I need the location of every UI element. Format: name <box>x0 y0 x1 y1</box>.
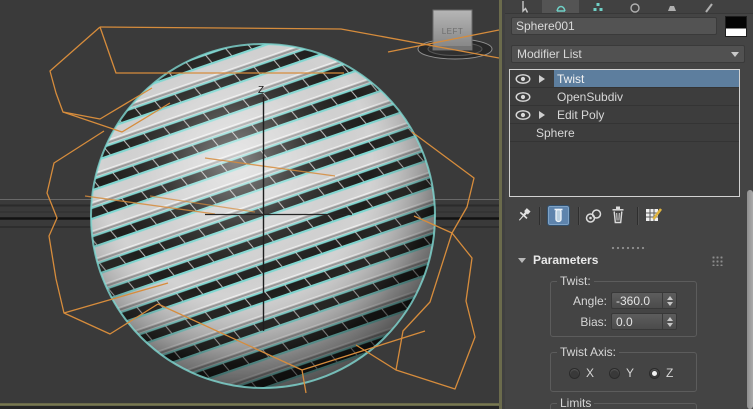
rollout-collapse-icon <box>518 258 526 263</box>
rollout-splitter-handle[interactable] <box>611 246 647 250</box>
radio-icon <box>609 367 621 379</box>
object-color-swatch[interactable] <box>725 16 747 37</box>
panel-scrollbar[interactable] <box>747 190 753 409</box>
angle-spinner <box>611 292 677 309</box>
remove-modifier-button[interactable] <box>611 206 625 227</box>
tab-create[interactable] <box>505 0 542 13</box>
eye-icon[interactable] <box>510 91 539 102</box>
bias-spinner <box>611 313 677 330</box>
eye-icon[interactable] <box>510 109 539 120</box>
command-panel-tabs <box>505 0 753 14</box>
tab-utilities[interactable] <box>690 0 727 13</box>
viewport-3d[interactable]: LEFT Z <box>0 0 499 409</box>
eye-icon[interactable] <box>510 73 539 84</box>
hierarchy-tab-icon <box>593 3 602 11</box>
parameters-rollout-header[interactable]: Parameters <box>509 253 749 269</box>
modifier-label: Twist <box>557 71 585 86</box>
motion-tab-icon <box>629 3 640 13</box>
twist-axis-group: Twist Axis: X Y Z <box>550 345 697 392</box>
tab-hierarchy[interactable] <box>579 0 616 13</box>
max-window: LEFT Z Sphere001 Modifier List Twist Ope… <box>0 0 753 409</box>
stack-row-twist[interactable]: Twist <box>510 70 739 88</box>
bias-input[interactable] <box>612 314 662 329</box>
axis-x-label: X <box>586 366 595 380</box>
tab-modify[interactable] <box>542 0 579 13</box>
axis-y-label: Y <box>626 366 635 380</box>
make-unique-icon <box>585 209 602 223</box>
tab-motion[interactable] <box>616 0 653 13</box>
angle-label: Angle: <box>572 294 607 308</box>
axis-z-option[interactable]: Z <box>649 366 673 380</box>
utilities-tab-icon <box>704 3 713 13</box>
display-tab-icon <box>667 6 676 11</box>
bias-label: Bias: <box>580 315 607 329</box>
modifier-label: OpenSubdiv <box>557 89 624 104</box>
twist-axis-group-label: Twist Axis: <box>557 345 620 359</box>
chevron-down-icon <box>731 51 739 57</box>
rollout-title: Parameters <box>533 253 599 267</box>
axis-x-option[interactable]: X <box>569 366 594 380</box>
spinner-up-icon[interactable] <box>666 316 673 321</box>
stack-row-opensubdiv[interactable]: OpenSubdiv <box>510 88 739 106</box>
radio-selected-icon <box>649 367 661 379</box>
expand-arrow-icon[interactable] <box>539 110 555 119</box>
spinner-arrows <box>662 314 676 329</box>
axis-z-label: Z <box>666 366 674 380</box>
radio-icon <box>569 367 580 379</box>
tab-display[interactable] <box>653 0 690 13</box>
stack-toolbar <box>505 204 753 228</box>
rollout-drag-handle-icon[interactable] <box>712 256 724 266</box>
spinner-up-icon[interactable] <box>666 295 673 300</box>
modifier-label: Edit Poly <box>557 107 605 122</box>
modifier-list-label: Modifier List <box>517 47 582 61</box>
base-object-label: Sphere <box>536 125 575 140</box>
twist-group: Twist: Angle: Bias: <box>550 274 697 337</box>
expand-arrow-icon[interactable] <box>539 74 555 83</box>
toolbar-separator <box>637 207 639 225</box>
axis-radio-group: X Y Z <box>569 366 673 380</box>
object-name-field[interactable] <box>511 17 717 35</box>
limits-group-label: Limits <box>557 396 595 409</box>
pin-stack-button[interactable] <box>516 207 533 228</box>
toolbar-separator <box>539 207 541 225</box>
spinner-arrows <box>662 293 676 308</box>
twist-group-label: Twist: <box>557 274 594 288</box>
spinner-down-icon[interactable] <box>666 322 673 327</box>
show-end-result-button[interactable] <box>547 205 570 226</box>
limits-group: Limits <box>550 396 697 409</box>
pin-stack-icon <box>518 208 531 221</box>
modifier-stack: Twist OpenSubdiv Edit Poly Sphere <box>509 69 740 197</box>
command-panel: Modifier List Twist <box>505 0 753 409</box>
modifier-list-dropdown[interactable]: Modifier List <box>511 45 745 63</box>
gizmo-axis-label: Z <box>258 85 264 96</box>
stack-row-editpoly[interactable]: Edit Poly <box>510 106 739 124</box>
axis-y-option[interactable]: Y <box>609 366 634 380</box>
viewcube-face-label: LEFT <box>442 27 464 36</box>
configure-modifier-sets-icon <box>646 208 663 221</box>
modify-tab-icon <box>555 5 566 12</box>
show-end-result-icon <box>554 208 563 223</box>
viewport-canvas: LEFT Z <box>0 0 499 409</box>
make-unique-button[interactable] <box>584 208 603 227</box>
angle-input[interactable] <box>612 293 662 308</box>
configure-modifier-sets-button[interactable] <box>645 206 663 227</box>
stack-row-sphere[interactable]: Sphere <box>510 124 739 142</box>
create-tab-icon <box>521 1 528 13</box>
toolbar-separator <box>578 207 580 225</box>
remove-modifier-icon <box>612 206 624 224</box>
spinner-down-icon[interactable] <box>666 301 673 306</box>
